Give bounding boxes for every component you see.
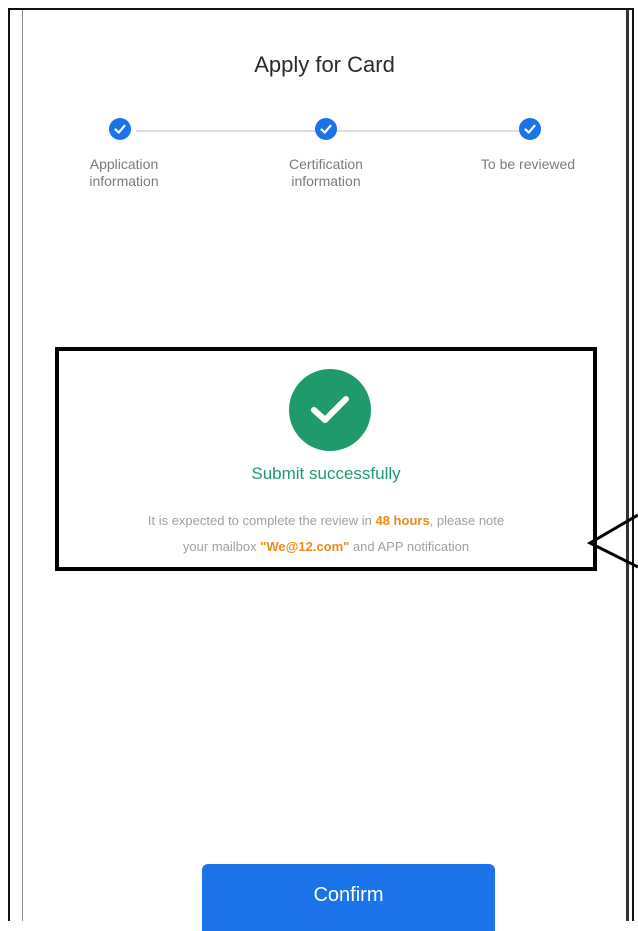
success-check-icon [289,369,371,451]
step-label-certification: Certification information [289,156,363,189]
step-label-application: Application information [89,156,159,189]
mailbox-email: "We@12.com" [260,539,350,554]
page-title: Apply for Card [254,52,395,77]
result-panel: Submit successfully It is expected to co… [55,347,597,571]
review-hours: 48 hours [375,513,430,528]
success-title: Submit successfully [251,464,401,483]
step-connector [336,130,529,132]
step-3-check-icon [519,118,541,140]
callout-pointer [586,513,638,569]
step-connector [136,130,326,132]
step-1-check-icon [109,118,131,140]
review-description: It is expected to complete the review in… [147,513,505,554]
step-2-check-icon [315,118,337,140]
step-label-review: To be reviewed [480,156,576,172]
